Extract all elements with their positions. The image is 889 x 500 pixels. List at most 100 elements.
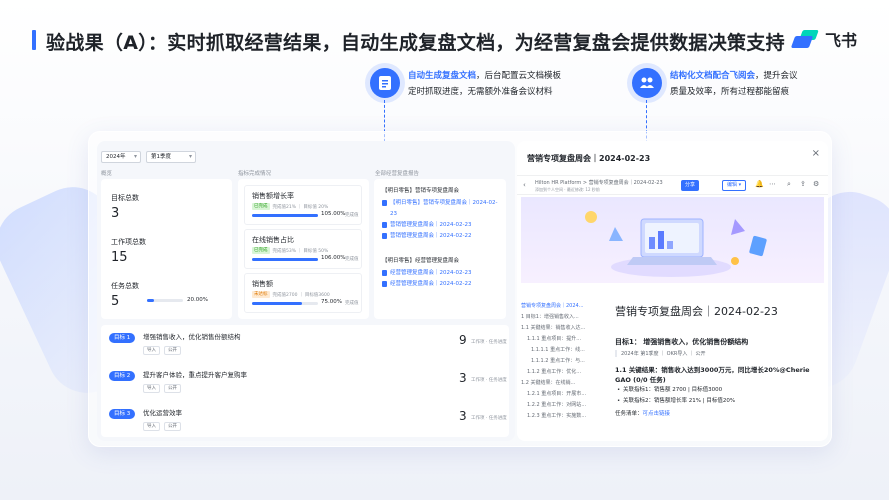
toc-item[interactable]: 1.1.1 重点项目：提升... xyxy=(521,334,593,345)
doc-group-title: 【明日零售】营销专项复盘周会 xyxy=(382,188,460,194)
goal-meta: 导入 公开 xyxy=(143,422,181,431)
meeting-icon xyxy=(632,68,662,98)
toc-item[interactable]: 1 目标1：增强销售收入... xyxy=(521,312,593,323)
status-badge: 已完成 xyxy=(252,247,270,254)
doc-body: 营销专项复盘周会｜2024-02-23 目标1： 增强销售收入，优化销售份额结构… xyxy=(615,303,820,417)
callout-structured-doc: 结构化文档配合飞阅会，提升会议 质量及效率，所有过程都能留痕 xyxy=(632,68,798,100)
meta-chip: 导入 xyxy=(143,384,160,393)
meta-chip: 公开 xyxy=(164,422,181,431)
page-title: 验战果（A）：实时抓取经营结果，自动生成复盘文档，为经营复盘会提供数据决策支持 xyxy=(46,32,785,54)
table-of-contents: 营销专项复盘周会｜2024... 1 目标1：增强销售收入... 1.1 关键结… xyxy=(521,301,593,422)
goal-count: 3 xyxy=(459,371,467,385)
toc-item[interactable]: 营销专项复盘周会｜2024... xyxy=(521,301,593,312)
status-badge: 已完成 xyxy=(252,203,270,210)
goal-text: 提升客户体验，重点提升客户复购率 xyxy=(143,371,247,379)
doc-link[interactable]: 营销管理复盘周会｜2024-02-23 xyxy=(382,220,498,231)
kpi-title: 销售额增长率 xyxy=(252,192,294,200)
search-icon[interactable]: ⌕ xyxy=(787,180,791,189)
callout-text: 自动生成复盘文档，后台配置云文档模板 定时抓取进度，无需额外准备会议材料 xyxy=(408,71,562,97)
doc-link-label: 经营管理复盘周会｜2024-02-23 xyxy=(390,270,472,276)
overview-value: 3 xyxy=(111,206,120,221)
doc-icon xyxy=(382,233,387,239)
toc-item[interactable]: 1.1 关键结果：销售收入达... xyxy=(521,323,593,334)
kpi-detail: 完成值21% ｜ 目标值 20% xyxy=(272,204,329,210)
breadcrumb[interactable]: Hilton HR Platform > 营销专项复盘周会｜2024-02-23 xyxy=(535,179,663,186)
feishu-logo-icon xyxy=(790,28,819,50)
toc-item[interactable]: 1.2.1 重点项目：开展市... xyxy=(521,389,593,400)
section-label-indicators: 指标完成情况 xyxy=(238,171,272,177)
meta-chip: 导入 xyxy=(143,422,160,431)
more-icon[interactable]: ⋯ xyxy=(769,180,776,188)
kpi-sub: 已完成 完成值21% ｜ 目标值 20% xyxy=(252,203,328,210)
task-link[interactable]: 可点击链接 xyxy=(643,411,671,417)
kpi-item[interactable]: 销售额增长率 已完成 完成值21% ｜ 目标值 20% 105.00% 完成值 xyxy=(244,185,362,225)
back-arrow-icon[interactable]: ‹ xyxy=(523,181,526,189)
toc-item[interactable]: 1.2.2 重点工作：对网站... xyxy=(521,400,593,411)
kpi-progress-bar xyxy=(252,214,318,217)
kpi-item[interactable]: 销售额 未达标 完成值2700 ｜ 目标值3600 75.00% 完成值 xyxy=(244,273,362,313)
edit-button[interactable]: 编辑 ▾ xyxy=(722,180,747,191)
doc-window-title: 营销专项复盘周会｜2024-02-23 xyxy=(527,154,651,163)
kpi-done-label: 完成值 xyxy=(345,213,359,218)
settings-icon[interactable]: ⚙ xyxy=(813,180,819,188)
doc-heading: 营销专项复盘周会｜2024-02-23 xyxy=(615,305,778,318)
indicators-card: 销售额增长率 已完成 完成值21% ｜ 目标值 20% 105.00% 完成值 … xyxy=(238,179,369,319)
doc-icon xyxy=(382,222,387,228)
review-doc-list: 【明日零售】营销专项复盘周会 【明日零售】营销专项复盘周会｜2024-02-23… xyxy=(374,179,506,319)
goal-count: 9 xyxy=(459,333,467,347)
quarter-select[interactable]: 第1季度 xyxy=(146,151,196,163)
kpi-done-label: 完成值 xyxy=(345,301,359,306)
doc-link[interactable]: 经营管理复盘周会｜2024-02-22 xyxy=(382,279,498,290)
kpi-progress-bar xyxy=(252,302,318,305)
title-accent-bar xyxy=(32,30,36,50)
share-button[interactable]: 分享 xyxy=(681,180,700,191)
okr-dashboard: 2024年 第1季度 概览 指标完成情况 全部经营复盘报告 目标总数 3 工作项… xyxy=(97,141,515,441)
doc-key-result: 1.1 关键结果：销售收入达到3000万元，同比增长20%@Cherie GAO… xyxy=(615,366,810,384)
toc-item[interactable]: 1.1.1.2 重点工作：与... xyxy=(521,356,593,367)
section-label-overview: 概览 xyxy=(101,171,113,177)
overview-item: 工作项总数 15 xyxy=(111,237,146,265)
bell-icon[interactable]: 🔔 xyxy=(755,180,764,188)
kpi-item[interactable]: 在线销售占比 已完成 完成值53% ｜ 目标值 50% 106.00% 完成值 xyxy=(244,229,362,269)
doc-link[interactable]: 经营管理复盘周会｜2024-02-23 xyxy=(382,268,498,279)
laptop-illustration xyxy=(585,211,767,277)
overview-label: 任务总数 xyxy=(111,282,139,290)
goal-row[interactable]: 目标 3 优化运营效率 导入 公开 3 工作项 · 任务进度 xyxy=(109,409,507,439)
toc-item[interactable]: 1.2 关键结果：在线销... xyxy=(521,378,593,389)
doc-group-title: 【明日零售】经营管理复盘周会 xyxy=(382,258,460,264)
doc-link[interactable]: 【明日零售】营销专项复盘周会｜2024-02-23 xyxy=(382,198,498,220)
kpi-progress-bar xyxy=(252,258,318,261)
kpi-progress-fill xyxy=(252,258,318,261)
goal-row[interactable]: 目标 2 提升客户体验，重点提升客户复购率 导入 公开 3 工作项 · 任务进度 xyxy=(109,371,507,401)
doc-link-label: 经营管理复盘周会｜2024-02-22 xyxy=(390,281,472,287)
task-progress-pct: 20.00% xyxy=(187,297,208,303)
toc-item[interactable]: 1.1.2 重点工作：优化... xyxy=(521,367,593,378)
goal-row[interactable]: 目标 1 增强销售收入，优化销售份额结构 导入 公开 9 工作项 · 任务进度 xyxy=(109,333,507,363)
kpi-title: 销售额 xyxy=(252,280,273,288)
goals-list: 目标 1 增强销售收入，优化销售份额结构 导入 公开 9 工作项 · 任务进度 … xyxy=(101,325,509,437)
doc-cover-banner xyxy=(521,197,824,283)
goal-text: 增强销售收入，优化销售份额结构 xyxy=(143,333,241,341)
goal-pill: 目标 2 xyxy=(109,371,136,381)
goal-pill: 目标 3 xyxy=(109,409,136,419)
kpi-progress-fill xyxy=(252,302,302,305)
doc-icon xyxy=(382,281,387,287)
doc-link-label: 营销管理复盘周会｜2024-02-22 xyxy=(390,233,472,239)
callout-text: 结构化文档配合飞阅会，提升会议 质量及效率，所有过程都能留痕 xyxy=(670,71,798,97)
meta-chip: 公开 xyxy=(164,346,181,355)
toc-item[interactable]: 1.2.3 重点工作：实施数... xyxy=(521,411,593,422)
close-icon[interactable]: × xyxy=(812,148,820,159)
share-link-icon[interactable]: ⇪ xyxy=(800,180,806,188)
doc-task-line: 任务清单：可点击链接 xyxy=(615,409,820,417)
kpi-pct: 105.00% xyxy=(321,211,346,217)
toc-item[interactable]: 1.1.1.1 重点工作：线... xyxy=(521,345,593,356)
kpi-detail: 完成值2700 ｜ 目标值3600 xyxy=(272,292,330,298)
goal-meta: 导入 公开 xyxy=(143,384,181,393)
doc-icon xyxy=(382,200,387,206)
kpi-detail: 完成值53% ｜ 目标值 50% xyxy=(272,248,329,254)
doc-link-label: 【明日零售】营销专项复盘周会｜2024-02-23 xyxy=(390,200,498,217)
doc-bullet: 关联指标1：销售额 2700 | 目标值3000 xyxy=(615,385,820,396)
meta-chip: 导入 xyxy=(143,346,160,355)
doc-link[interactable]: 营销管理复盘周会｜2024-02-22 xyxy=(382,231,498,242)
year-select[interactable]: 2024年 xyxy=(101,151,141,163)
